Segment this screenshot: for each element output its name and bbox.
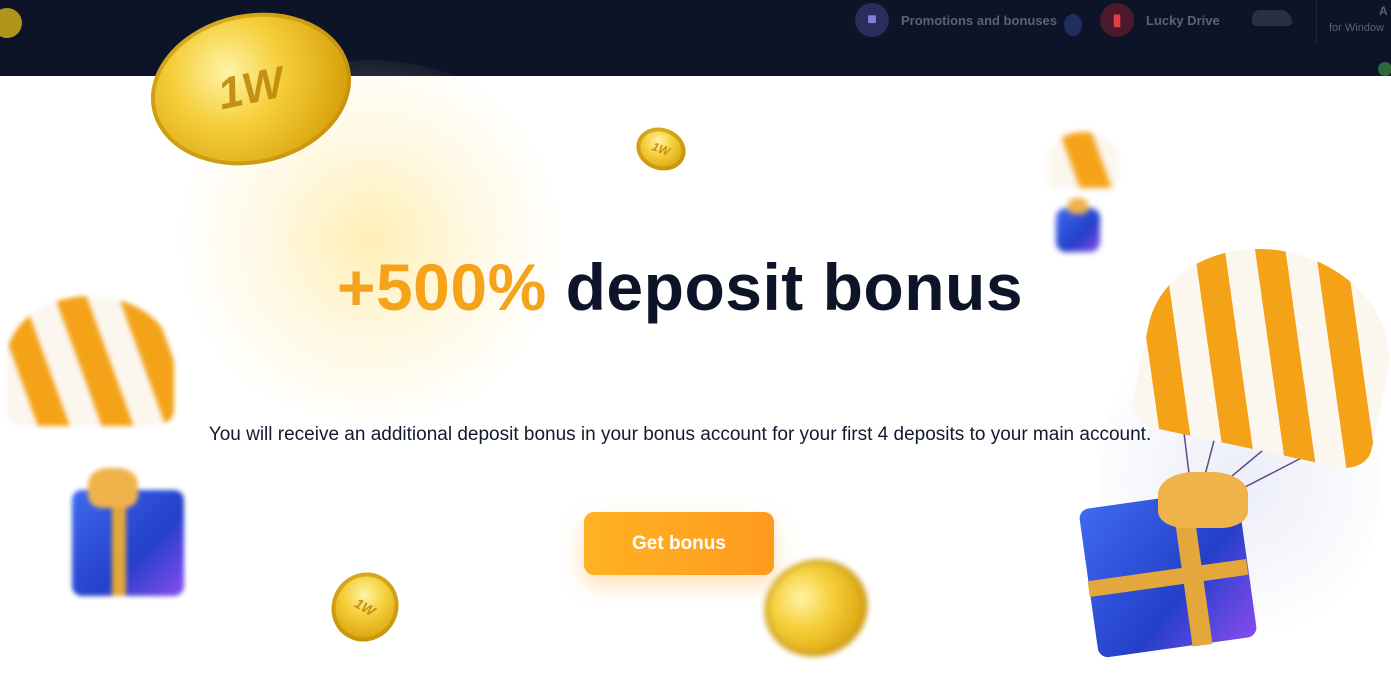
gift-bow [1068,198,1088,214]
promo-page: ■ Promotions and bonuses ▮ Lucky Drive A… [0,0,1391,682]
page-subtitle: You will receive an additional deposit b… [208,424,1152,445]
gift-box-icon [1056,208,1100,252]
coin-logo: 1W [213,57,289,120]
title-accent: +500% [336,250,547,324]
nav-item-label: Promotions and bonuses [901,12,1058,28]
parachute-gift-illustration [1078,226,1391,660]
parachute-gift-illustration [1044,132,1124,262]
car-icon [1252,10,1292,26]
gift-bow [1158,472,1248,528]
title-rest: deposit bonus [546,250,1024,324]
windows-app-link[interactable]: A for Window [1316,0,1391,44]
nav-item-lucky-drive[interactable]: ▮ Lucky Drive [1100,2,1220,38]
gift-icon: ■ [855,3,889,37]
parachute-gift-illustration [0,296,200,606]
get-bonus-button[interactable]: Get bonus [584,512,774,575]
parachute-canopy [1048,132,1118,188]
windows-app-title: A [1379,4,1388,18]
coin-illustration: 1W [318,560,412,654]
soccer-ball-icon [1064,14,1082,36]
parachute-canopy [6,296,174,426]
logo-icon[interactable] [0,8,22,38]
status-dot [1378,62,1391,76]
nav-item-promotions[interactable]: ■ Promotions and bonuses [855,2,1057,38]
coin-illustration: 1W [630,120,692,178]
page-title: +500% deposit bonus [300,250,1060,324]
windows-app-subtitle: for Window [1329,22,1385,34]
coin-logo: 1W [650,139,672,159]
gift-bow [88,468,138,508]
coin-logo: 1W [351,594,379,620]
lucky-drive-icon: ▮ [1100,3,1134,37]
nav-item-label: Lucky Drive [1146,12,1220,28]
